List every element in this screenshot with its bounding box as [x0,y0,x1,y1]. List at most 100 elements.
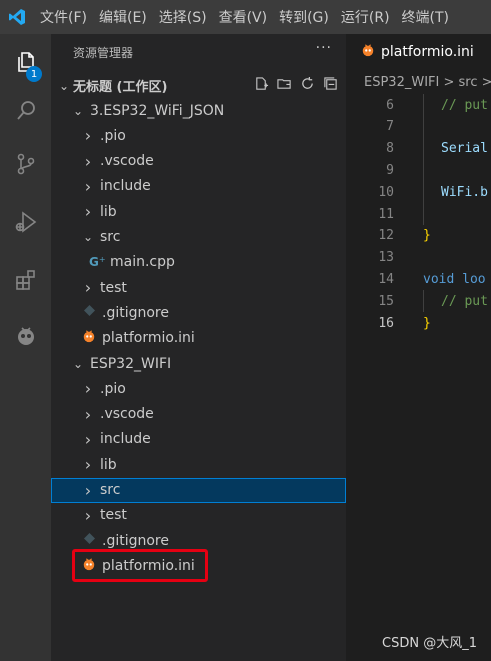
breadcrumb[interactable]: ESP32_WIFI > src > [346,70,491,94]
vscode-logo-icon [0,0,34,34]
tree-folder[interactable]: › .vscode [51,402,346,427]
menu-item[interactable]: 运行(R) [335,7,396,27]
platformio-icon[interactable] [0,316,51,356]
code-line: 10 WiFi.b [346,181,491,203]
tab-label: platformio.ini [381,43,474,60]
tree-folder[interactable]: › test [51,503,346,528]
code-line: 12} [346,225,491,247]
line-number: 16 [378,315,394,331]
tree-folder[interactable]: › test [51,275,346,300]
code-text: } [423,228,431,244]
tree-item-label: include [100,178,151,195]
code-line: 11 [346,203,491,225]
menu-item[interactable]: 文件(F) [34,7,93,27]
chevron-right-icon: › [84,455,92,475]
code-line: 15 // put [346,290,491,312]
tree-item-label: .vscode [100,153,154,170]
more-actions-button[interactable]: ··· [316,40,332,56]
tree-folder[interactable]: › .pio [51,123,346,148]
tree-folder[interactable]: › lib [51,199,346,224]
menu-item[interactable]: 转到(G) [273,7,335,27]
code-line: 6 // put [346,94,491,116]
menu-item[interactable]: 选择(S) [153,7,213,27]
line-number: 7 [386,119,394,135]
tree-item-label: lib [100,456,117,473]
workspace-actions [254,76,338,95]
cpp-file-icon: G+ [89,254,106,269]
chevron-down-icon: ⌄ [82,230,94,244]
tree-item-label: ESP32_WIFI [90,355,172,372]
menu-item[interactable]: 编辑(E) [93,7,153,27]
platformio-file-icon [81,329,97,347]
chevron-down-icon: ⌄ [58,78,70,93]
tree-item-label: include [100,431,151,448]
platformio-file-icon [360,43,376,61]
tree-file[interactable]: .gitignore [51,300,346,325]
tree-item-label: src [100,482,121,498]
explorer-icon[interactable]: 1 [0,42,51,82]
tree-file[interactable]: platformio.ini [51,326,346,351]
tree-item-label: .gitignore [102,532,169,549]
menu-item[interactable]: 查看(V) [213,7,274,27]
run-debug-icon[interactable] [0,202,51,242]
indent-guide [423,115,424,138]
indent-guide [423,137,424,160]
chevron-right-icon: › [84,505,92,525]
chevron-right-icon: › [84,429,92,449]
code-text: Serial [441,141,488,157]
menu-item[interactable]: 终端(T) [396,7,455,27]
tree-folder[interactable]: ⌄ src [51,225,346,250]
tree-item-label: .pio [100,127,126,144]
code-text: void loo [423,271,486,287]
chevron-right-icon: › [84,379,92,399]
tree-folder[interactable]: › include [51,427,346,452]
activity-bar: 1 [0,34,51,661]
tab-bar: platformio.ini [346,34,491,69]
tree-folder[interactable]: › lib [51,452,346,477]
refresh-icon[interactable] [300,76,315,95]
tree-item-label: src [100,229,121,245]
line-number: 9 [386,162,394,178]
code-text: WiFi.b [441,184,488,200]
line-number: 12 [378,228,394,244]
chevron-right-icon: › [84,151,92,171]
code-text: } [423,315,431,331]
chevron-right-icon: › [84,202,92,222]
indent-guide [423,181,424,203]
tree-item-label: test [100,507,127,524]
watermark: CSDN @大风_1 [382,636,477,651]
source-control-icon[interactable] [0,144,51,184]
chevron-down-icon: ⌄ [72,103,84,118]
search-icon[interactable] [0,91,51,131]
tree-folder[interactable]: › .vscode [51,149,346,174]
collapse-all-icon[interactable] [323,76,338,95]
line-number: 15 [378,293,394,309]
line-number: 6 [386,97,394,113]
tree-folder[interactable]: › .pio [51,376,346,401]
chevron-right-icon: › [84,404,92,424]
chevron-down-icon: ⌄ [72,356,84,371]
code-line: 14 void loo [346,268,491,290]
line-number: 11 [378,206,394,222]
code-text: // put [441,293,488,309]
tree-folder[interactable]: ⌄ ESP32_WIFI [51,351,346,376]
tab-platformio-ini[interactable]: platformio.ini [346,34,491,69]
highlight-annotation [72,549,208,582]
code-text: // put [441,97,488,113]
tree-item-label: .vscode [100,406,154,423]
tree-folder[interactable]: ⌄ 3.ESP32_WiFi_JSON [51,98,346,123]
tree-item-label: .pio [100,380,126,397]
gitignore-file-icon [81,533,97,548]
tree-item-label: .gitignore [102,304,169,321]
tree-folder[interactable]: › src [51,477,346,503]
tree-folder[interactable]: › include [51,174,346,199]
new-folder-icon[interactable] [277,76,292,95]
extensions-icon[interactable] [0,260,51,300]
workspace-header[interactable]: ⌄ 无标题 (工作区) [51,73,346,98]
new-file-icon[interactable] [254,76,269,95]
code-line: 13 [346,247,491,269]
indent-guide [423,290,424,312]
chevron-right-icon: › [84,278,92,298]
tree-file[interactable]: G+ main.cpp [51,250,346,275]
chevron-right-icon: › [84,480,92,500]
